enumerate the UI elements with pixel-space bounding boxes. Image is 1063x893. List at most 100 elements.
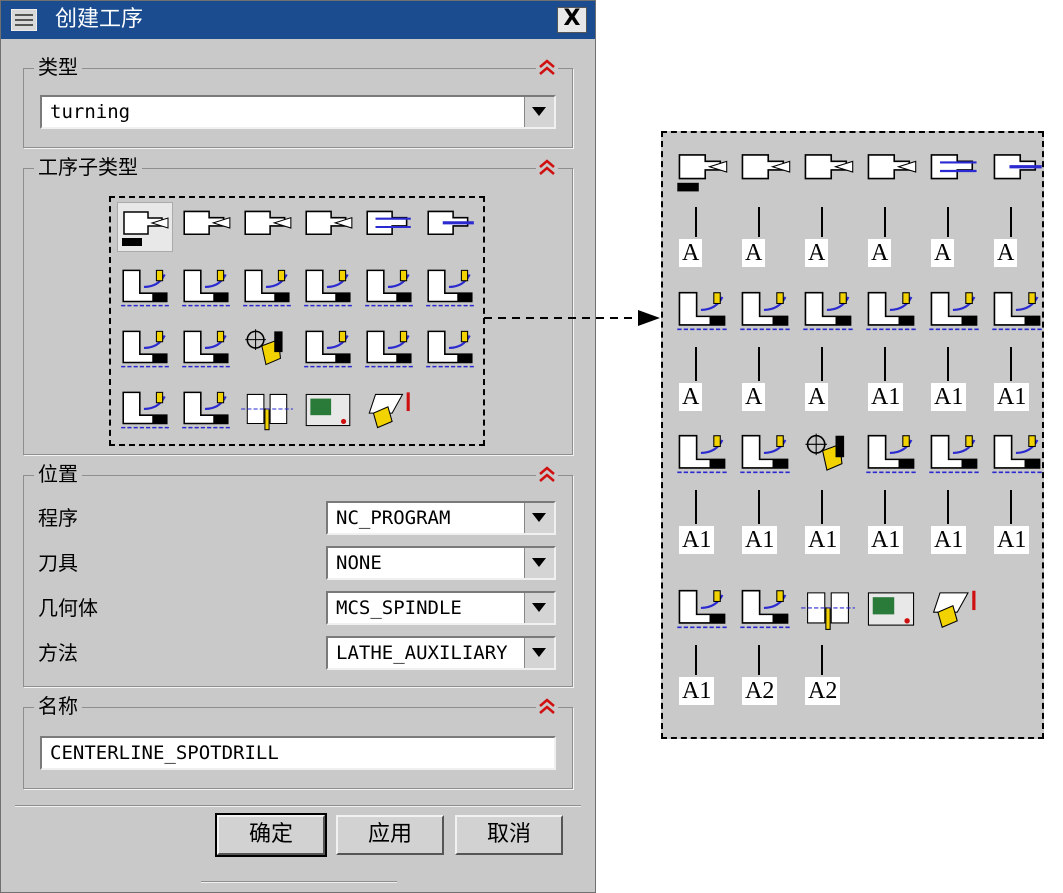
program-label: 程序 [38,506,78,530]
groove-face-icon[interactable] [422,324,478,374]
method-dropdown[interactable]: LATHE_AUXILIARY [326,636,556,670]
type-dropdown[interactable]: turning [40,95,556,129]
annotation-leader-line [821,347,823,381]
teach-mode-icon [799,428,857,480]
annotation-label: A1 [994,383,1030,411]
dropdown-arrow-button[interactable] [524,638,554,668]
lathe-control-icon[interactable] [300,385,356,435]
thread-id-icon [736,583,794,635]
type-dropdown-value: turning [50,101,131,123]
annotation-label: A2 [742,677,778,705]
create-operation-dialog: 创建工序 X 类型 turning 工序子类型 位置 程序 NC_PROGRAM… [0,0,596,893]
geometry-dropdown[interactable]: MCS_SPINDLE [326,591,556,625]
location-group-title: 位置 [34,460,82,488]
partoff-icon [799,583,857,635]
partoff-icon[interactable] [239,385,295,435]
centerline-breakchip-icon[interactable] [300,202,356,252]
annotation-leader-line [884,490,886,524]
annotation-leader-line [821,490,823,524]
groove-id-icon[interactable] [361,324,417,374]
annotation-label: A [805,383,829,411]
dropdown-arrow-button[interactable] [524,548,554,578]
rough-bore-id-icon[interactable] [300,263,356,313]
dropdown-arrow-button[interactable] [524,593,554,623]
lathe-user-icon[interactable] [361,385,417,435]
finish-back-bore-icon[interactable] [178,324,234,374]
resize-grip[interactable] [201,881,397,883]
button-separator [15,805,581,807]
rough-bore-id-icon [862,285,920,337]
annotated-icon-panel: A A A A A A A A A A1 A1 A1 A1 A1 A1 A1 A1 A1 A1 A2 A2 [661,131,1044,739]
centerline-drilling-icon[interactable] [178,202,234,252]
annotation-leader-line [947,207,949,237]
subtype-icon-grid [109,196,485,446]
annotation-label: A [868,239,892,267]
rough-back-turn-icon [799,285,857,337]
annotation-leader-line [758,347,760,381]
name-group: 名称 CENTERLINE_SPOTDRILL [23,692,573,789]
method-dropdown-value: LATHE_AUXILIARY [336,642,508,664]
annotation-label: A [679,239,703,267]
centerline-tapping-icon[interactable] [422,202,478,252]
collapse-icon[interactable] [536,464,558,486]
dropdown-arrow-button[interactable] [524,97,554,127]
centerline-reaming-icon[interactable] [361,202,417,252]
annotation-label: A2 [805,677,841,705]
annotation-label: A1 [931,526,967,554]
finish-turn-od-icon[interactable] [422,263,478,313]
chevron-down-icon [532,107,546,116]
annotation-leader-line [695,490,697,524]
name-input[interactable]: CENTERLINE_SPOTDRILL [40,736,556,770]
tool-dropdown[interactable]: NONE [326,546,556,580]
annotation-label: A1 [805,526,841,554]
annotation-label: A [742,239,766,267]
window-menu-icon[interactable] [11,9,37,31]
subtype-group-title: 工序子类型 [34,153,142,181]
window-title: 创建工序 [55,7,144,32]
rough-back-bore-icon[interactable] [361,263,417,313]
finish-bore-id-icon[interactable] [117,324,173,374]
teach-mode-icon[interactable] [239,324,295,374]
groove-od-icon[interactable] [300,324,356,374]
close-button[interactable]: X [557,7,587,33]
rough-back-turn-icon[interactable] [239,263,295,313]
groove-od-icon [862,428,920,480]
centerline-spotdrill-icon [673,145,731,197]
collapse-icon[interactable] [536,157,558,179]
centerline-spotdrill-icon[interactable] [117,202,173,252]
annotation-leader-line [821,207,823,237]
annotation-leader-line [947,490,949,524]
groove-face-icon [988,428,1046,480]
title-bar: 创建工序 X [1,1,595,39]
annotation-leader-line [758,490,760,524]
centerline-peckdrill-icon [799,145,857,197]
close-icon: X [563,6,581,31]
annotation-label: A1 [931,383,967,411]
thread-id-icon[interactable] [178,385,234,435]
thread-od-icon[interactable] [117,385,173,435]
type-group-title: 类型 [34,53,82,81]
centerline-breakchip-icon [862,145,920,197]
rough-turn-od-icon[interactable] [178,263,234,313]
chevron-down-icon [532,513,546,522]
annotation-label: A1 [868,526,904,554]
cancel-button[interactable]: 取消 [455,815,563,855]
annotation-label: A1 [994,526,1030,554]
finish-bore-id-icon [673,428,731,480]
collapse-icon[interactable] [536,696,558,718]
centerline-peckdrill-icon[interactable] [239,202,295,252]
centerline-reaming-icon [925,145,983,197]
dropdown-arrow-button[interactable] [524,503,554,533]
program-dropdown[interactable]: NC_PROGRAM [326,501,556,535]
annotation-label: A [994,239,1018,267]
centerline-drilling-icon [736,145,794,197]
tool-label: 刀具 [38,551,78,575]
facing-icon[interactable] [117,263,173,313]
annotation-label: A1 [679,677,715,705]
ok-button[interactable]: 确定 [215,813,327,857]
annotation-leader-line [821,645,823,675]
facing-icon [673,285,731,337]
apply-button[interactable]: 应用 [336,815,444,855]
annotation-label: A1 [679,526,715,554]
collapse-icon[interactable] [536,57,558,79]
